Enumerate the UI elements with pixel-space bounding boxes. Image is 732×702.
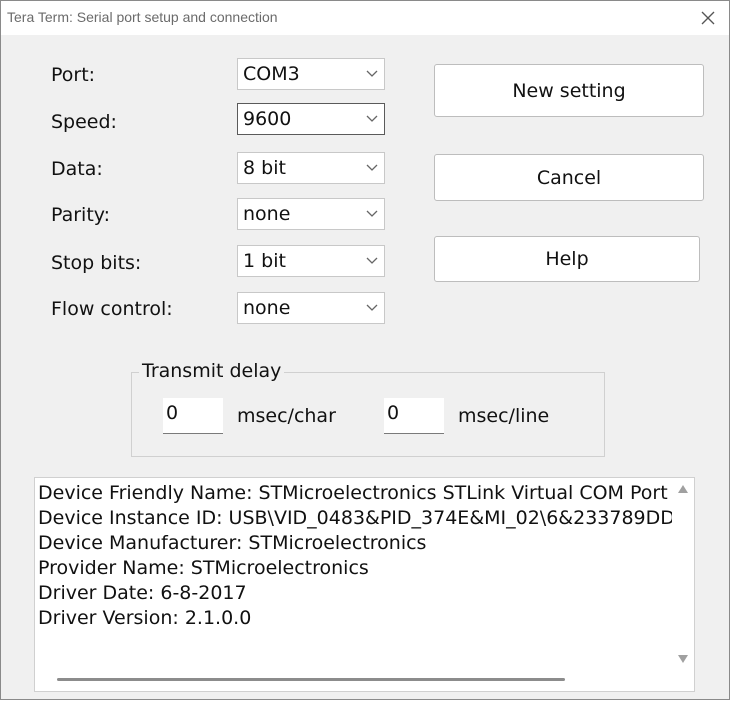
vertical-scrollbar[interactable] [672, 478, 694, 670]
port-label: Port: [51, 64, 96, 86]
help-button[interactable]: Help [434, 236, 700, 282]
chevron-down-icon [366, 257, 378, 264]
chevron-down-icon [366, 164, 378, 171]
char-delay-input[interactable]: 0 [163, 398, 223, 434]
flow-control-label: Flow control: [51, 298, 173, 320]
horizontal-scrollbar[interactable] [35, 669, 694, 691]
info-line: Provider Name: STMicroelectronics [38, 557, 369, 579]
data-label: Data: [51, 158, 103, 180]
speed-select[interactable]: 9600 [237, 103, 385, 135]
speed-value: 9600 [243, 108, 292, 130]
flow-control-value: none [243, 297, 291, 319]
stop-bits-value: 1 bit [243, 250, 286, 272]
serial-setup-dialog: Tera Term: Serial port setup and connect… [0, 0, 730, 700]
close-icon [701, 11, 715, 25]
triangle-down-icon[interactable] [677, 654, 689, 664]
info-line: Driver Date: 6-8-2017 [38, 582, 247, 604]
line-delay-input[interactable]: 0 [384, 398, 444, 434]
port-select[interactable]: COM3 [237, 58, 385, 90]
triangle-up-icon[interactable] [677, 484, 689, 494]
title-bar[interactable]: Tera Term: Serial port setup and connect… [1, 1, 729, 35]
chevron-down-icon [366, 115, 378, 122]
info-line: Device Manufacturer: STMicroelectronics [38, 532, 427, 554]
window-title: Tera Term: Serial port setup and connect… [7, 9, 278, 25]
horizontal-scroll-thumb[interactable] [57, 678, 565, 681]
speed-label: Speed: [51, 111, 117, 133]
info-line: Device Instance ID: USB\VID_0483&PID_374… [38, 507, 674, 529]
flow-control-select[interactable]: none [237, 292, 385, 324]
chevron-down-icon [366, 304, 378, 311]
cancel-button[interactable]: Cancel [434, 154, 704, 201]
close-button[interactable] [693, 3, 723, 33]
line-delay-unit: msec/line [458, 405, 550, 427]
stop-bits-select[interactable]: 1 bit [237, 245, 385, 277]
port-value: COM3 [243, 63, 300, 85]
new-setting-button[interactable]: New setting [434, 64, 704, 117]
data-value: 8 bit [243, 157, 286, 179]
parity-label: Parity: [51, 204, 111, 226]
data-select[interactable]: 8 bit [237, 152, 385, 184]
chevron-down-icon [366, 70, 378, 77]
device-info-box[interactable]: Device Friendly Name: STMicroelectronics… [34, 477, 695, 692]
info-line: Device Friendly Name: STMicroelectronics… [38, 482, 668, 504]
parity-select[interactable]: none [237, 198, 385, 230]
transmit-delay-title: Transmit delay [139, 360, 285, 382]
stop-bits-label: Stop bits: [51, 252, 142, 274]
chevron-down-icon [366, 210, 378, 217]
info-line: Driver Version: 2.1.0.0 [38, 607, 252, 629]
char-delay-unit: msec/char [237, 405, 336, 427]
parity-value: none [243, 203, 291, 225]
